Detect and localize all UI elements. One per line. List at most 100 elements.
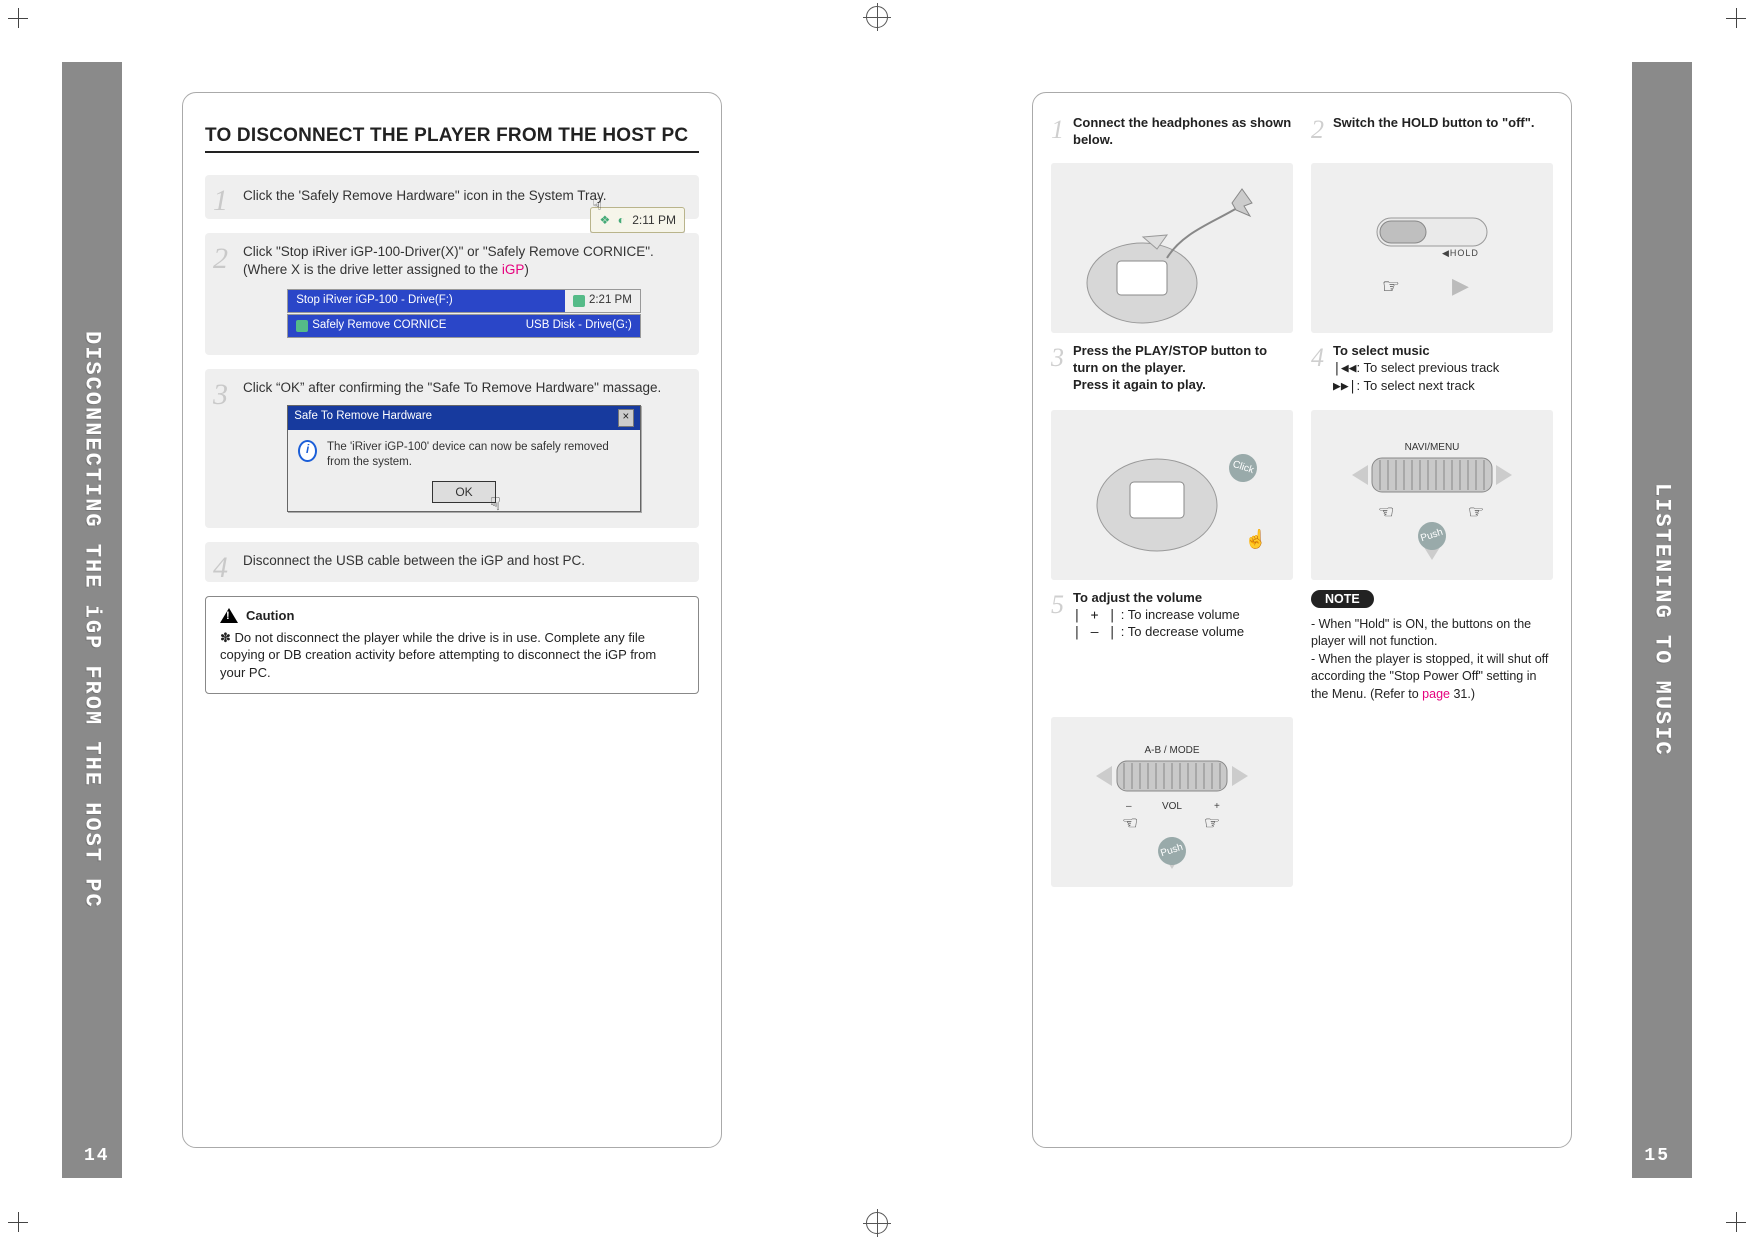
cursor-hand-icon: ☟ [592, 195, 602, 217]
r-step-1: 1 Connect the headphones as shown below. [1051, 115, 1293, 149]
right-panel: 1 Connect the headphones as shown below.… [1032, 92, 1572, 1148]
r-step-1-text: Connect the headphones as shown below. [1073, 115, 1291, 147]
step-number: 3 [1051, 341, 1064, 375]
crop-mark [8, 8, 28, 28]
hold-label: ◀HOLD [1442, 248, 1479, 258]
page-left: DISCONNECTING THE iGP FROM THE HOST PC 1… [62, 62, 877, 1178]
system-tray-mock: ❖ ◐ 2:11 PM [590, 207, 685, 233]
player-headphone-icon [1062, 163, 1282, 333]
page-right: LISTENING TO MUSIC 15 1 Connect the head… [877, 62, 1692, 1178]
r-step-4: 4 To select music : To select previous t… [1311, 343, 1553, 396]
drive-icon [296, 320, 308, 332]
next-track-icon [1333, 379, 1356, 394]
step-2-line1: Click "Stop iRiver iGP-100-Driver(X)" or… [243, 244, 654, 259]
caution-body: Do not disconnect the player while the d… [220, 629, 684, 682]
step-1: 1 Click the 'Safely Remove Hardware" ico… [205, 175, 699, 219]
tray-volume-icon: ◐ [618, 213, 625, 227]
vol-up-icon [1073, 608, 1117, 623]
tray-time: 2:11 PM [632, 213, 676, 227]
registration-mark-icon [866, 6, 888, 28]
right-section-tab: LISTENING TO MUSIC 15 [1632, 62, 1692, 1178]
svg-text:NAVI/MENU: NAVI/MENU [1405, 442, 1460, 453]
note-line-1: - When "Hold" is ON, the buttons on the … [1311, 616, 1553, 651]
pointing-hand-icon: ☝ [1245, 529, 1267, 550]
r-step-5-up: : To increase volume [1117, 607, 1240, 622]
player-click-icon [1062, 410, 1282, 580]
info-icon: i [298, 440, 317, 462]
navi-knob-icon: NAVI/MENU ☜ ☞ [1322, 410, 1542, 580]
menu-row-stop-driver: Stop iRiver iGP-100 - Drive(F:) 2:21 PM [287, 289, 641, 313]
step-number: 4 [213, 548, 228, 589]
left-tab-label: DISCONNECTING THE iGP FROM THE HOST PC [80, 331, 105, 909]
menu-row2-label: Safely Remove CORNICE [312, 318, 446, 334]
dialog-title: Safe To Remove Hardware [294, 409, 432, 427]
panel-title: TO DISCONNECT THE PLAYER FROM THE HOST P… [205, 125, 699, 147]
note-page-ref: page [1422, 687, 1450, 701]
prev-track-icon [1333, 361, 1356, 376]
r-step-3-line1: Press the PLAY/STOP button to turn on th… [1073, 343, 1267, 375]
page-number-right: 15 [1644, 1146, 1670, 1166]
crop-mark [1726, 8, 1746, 28]
hold-switch-icon: ◀HOLD ☞ ▶ [1322, 163, 1542, 333]
registration-mark-icon [866, 1212, 888, 1234]
step-1-text: Click the 'Safely Remove Hardware" icon … [243, 188, 607, 203]
pointing-hand-icon: ☞ [1382, 276, 1400, 298]
r-step-2: 2 Switch the HOLD button to "off". [1311, 115, 1553, 149]
safely-remove-menu-mock: Stop iRiver iGP-100 - Drive(F:) 2:21 PM … [287, 289, 641, 338]
dialog-titlebar: Safe To Remove Hardware × [288, 406, 640, 430]
close-icon: × [618, 409, 634, 427]
r-step-5-dn: : To decrease volume [1117, 624, 1244, 639]
tray-mini-icon [573, 295, 585, 307]
dialog-ok-button: OK [432, 481, 495, 503]
illus-navi-menu: NAVI/MENU ☜ ☞ [1311, 410, 1553, 580]
warning-icon [220, 608, 238, 623]
illus-headphones [1051, 163, 1293, 333]
step-number: 1 [1051, 113, 1064, 147]
step-number: 2 [213, 239, 228, 280]
safe-to-remove-dialog-mock: Safe To Remove Hardware × i The 'iRiver … [287, 405, 641, 512]
step-number: 2 [1311, 113, 1324, 147]
dialog-body-text: The 'iRiver iGP-100' device can now be s… [327, 440, 630, 471]
menu-row1-time: 2:21 PM [589, 293, 632, 309]
menu-row-remove-cornice: Safely Remove CORNICE USB Disk - Drive(G… [287, 314, 641, 338]
svg-text:–: – [1126, 801, 1132, 812]
svg-text:☞: ☞ [1468, 502, 1484, 522]
step-2-igp: iGP [502, 262, 525, 277]
r-step-4-next: : To select next track [1356, 378, 1474, 393]
vol-down-icon [1073, 625, 1117, 640]
r-step-3-line2: Press it again to play. [1073, 377, 1206, 392]
right-tab-label: LISTENING TO MUSIC [1650, 483, 1675, 757]
step-number: 5 [1051, 588, 1064, 622]
r-step-5: 5 To adjust the volume : To increase vol… [1051, 590, 1293, 704]
title-rule [205, 151, 699, 153]
step-4-text: Disconnect the USB cable between the iGP… [243, 553, 585, 568]
note-label: NOTE [1311, 590, 1374, 608]
left-panel: TO DISCONNECT THE PLAYER FROM THE HOST P… [182, 92, 722, 1148]
r-step-2-text: Switch the HOLD button to "off". [1333, 115, 1535, 130]
step-number: 1 [213, 181, 228, 222]
spacer [1311, 713, 1553, 887]
caution-heading: Caution [246, 607, 294, 625]
left-section-tab: DISCONNECTING THE iGP FROM THE HOST PC 1… [62, 62, 122, 1178]
page-spread: DISCONNECTING THE iGP FROM THE HOST PC 1… [62, 62, 1692, 1178]
r-step-4-head: To select music [1333, 343, 1430, 358]
step-2: 2 Click "Stop iRiver iGP-100-Driver(X)" … [205, 233, 699, 355]
page-number-left: 14 [84, 1146, 110, 1166]
note-line-2: - When the player is stopped, it will sh… [1311, 651, 1553, 704]
caution-block: Caution Do not disconnect the player whi… [205, 596, 699, 694]
illus-volume: A-B / MODE – VOL + [1051, 717, 1293, 887]
menu-row1-label: Stop iRiver iGP-100 - Drive(F:) [296, 293, 453, 309]
note-block: NOTE - When "Hold" is ON, the buttons on… [1311, 590, 1553, 704]
step-2-line2a: (Where X is the drive letter assigned to… [243, 262, 502, 277]
r-step-5-head: To adjust the volume [1073, 590, 1202, 605]
svg-text:☞: ☞ [1204, 813, 1220, 833]
step-number: 4 [1311, 341, 1324, 375]
crop-mark [1726, 1212, 1746, 1232]
step-3: 3 Click “OK” after confirming the "Safe … [205, 369, 699, 528]
menu-row2-tail: USB Disk - Drive(G:) [518, 318, 640, 334]
illus-hold-switch: ◀HOLD ☞ ▶ [1311, 163, 1553, 333]
svg-text:☜: ☜ [1122, 813, 1138, 833]
step-2-line2b: ) [524, 262, 529, 277]
arrow-right-icon: ▶ [1452, 273, 1469, 298]
svg-text:+: + [1214, 801, 1220, 812]
